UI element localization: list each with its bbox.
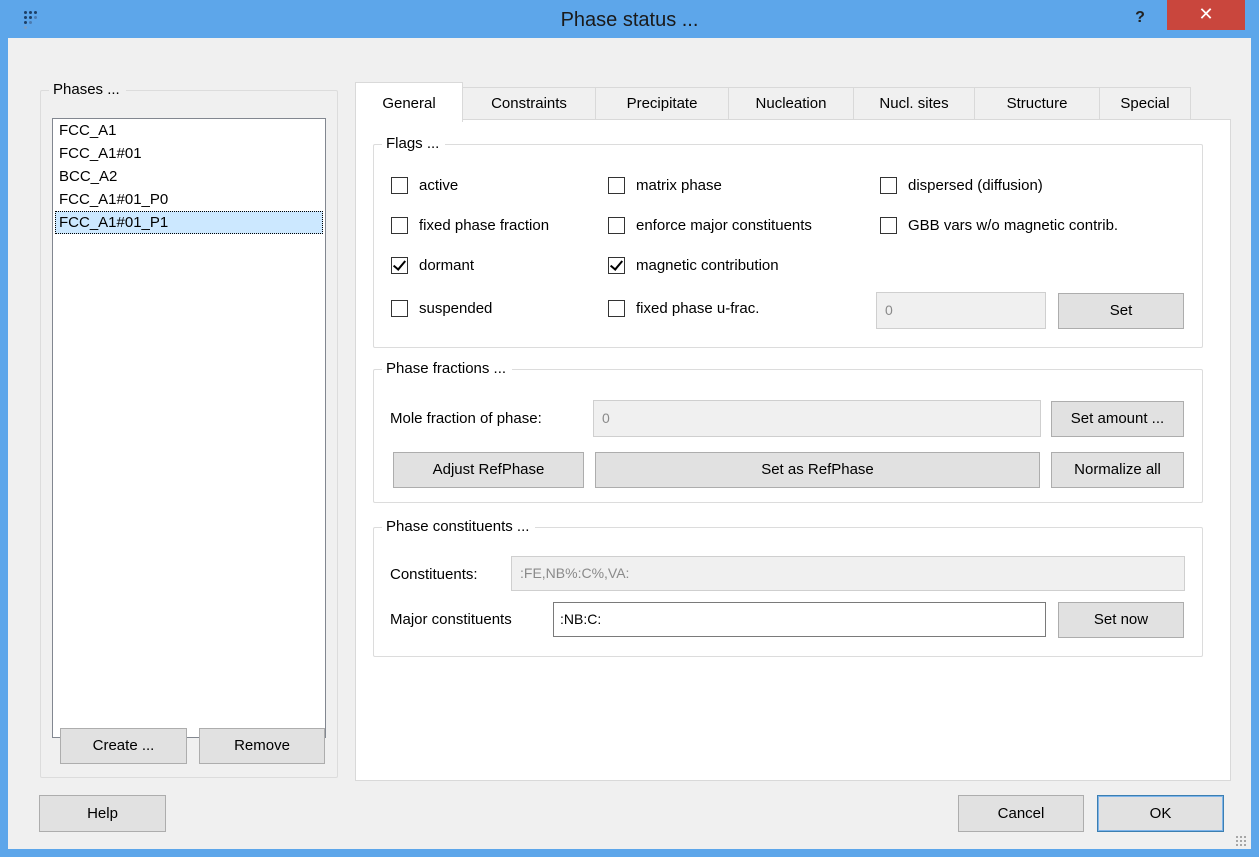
phase-fractions-group-title: Phase fractions ... [382, 360, 513, 377]
constituents-label: Constituents: [390, 566, 478, 583]
ok-button[interactable]: OK [1097, 795, 1224, 832]
mole-fraction-label: Mole fraction of phase: [390, 410, 542, 427]
phases-group-title: Phases ... [49, 81, 126, 98]
checkbox-box [608, 177, 625, 194]
checkbox-box [608, 300, 625, 317]
phase-list-item[interactable]: FCC_A1#01 [53, 142, 325, 165]
set-as-refphase-button[interactable]: Set as RefPhase [595, 452, 1040, 488]
phase-constituents-group-title: Phase constituents ... [382, 518, 536, 535]
checkbox-box [608, 217, 625, 234]
phase-list-item[interactable]: FCC_A1#01_P0 [53, 188, 325, 211]
checkbox-check-icon [391, 257, 408, 274]
set-u-frac-button[interactable]: Set [1058, 293, 1184, 329]
set-amount-button[interactable]: Set amount ... [1051, 401, 1184, 437]
checkbox-box [880, 217, 897, 234]
phase-list-item[interactable]: FCC_A1#01_P1 [55, 211, 323, 234]
mole-fraction-field[interactable]: 0 [593, 400, 1041, 437]
suspended-label: suspended [419, 300, 493, 317]
fixed-phase-fraction-label: fixed phase fraction [419, 217, 550, 234]
dormant-label: dormant [419, 257, 475, 274]
create-phase-button[interactable]: Create ... [60, 728, 187, 764]
tab-general[interactable]: General [355, 82, 463, 122]
remove-phase-button[interactable]: Remove [199, 728, 325, 764]
constituents-field: :FE,NB%:C%,VA: [511, 556, 1185, 591]
cancel-button[interactable]: Cancel [958, 795, 1084, 832]
checkbox-box [391, 300, 408, 317]
tab-constraints[interactable]: Constraints [462, 87, 596, 120]
close-icon: ✕ [1198, 4, 1214, 24]
adjust-refphase-button[interactable]: Adjust RefPhase [393, 452, 584, 488]
tab-nucleation[interactable]: Nucleation [728, 87, 854, 120]
help-icon[interactable]: ? [1125, 5, 1155, 31]
checkbox-box [391, 217, 408, 234]
phase-list-item[interactable]: BCC_A2 [53, 165, 325, 188]
phases-list[interactable]: FCC_A1 FCC_A1#01 BCC_A2 FCC_A1#01_P0 FCC_A1#… [52, 118, 326, 738]
title-bar[interactable]: Phase status ... ? ✕ [0, 0, 1259, 38]
resize-grip-icon[interactable] [1235, 835, 1247, 847]
enforce-major-label: enforce major constituents [636, 217, 812, 234]
magnetic-contribution-label: magnetic contribution [636, 257, 779, 274]
phase-list-item[interactable]: FCC_A1 [53, 119, 325, 142]
tab-structure[interactable]: Structure [974, 87, 1100, 120]
checkbox-check-icon [608, 257, 625, 274]
u-frac-field[interactable]: 0 [876, 292, 1046, 329]
fixed-u-frac-label: fixed phase u-frac. [636, 300, 760, 317]
major-constituents-label: Major constituents [390, 611, 512, 628]
gbb-vars-label: GBB vars w/o magnetic contrib. [908, 217, 1119, 234]
tab-nucl-sites[interactable]: Nucl. sites [853, 87, 975, 120]
checkbox-box [880, 177, 897, 194]
phase-status-window: Phase status ... ? ✕ Phases ... FCC_A1 FC… [0, 0, 1259, 857]
close-button[interactable]: ✕ [1167, 0, 1245, 30]
dispersed-label: dispersed (diffusion) [908, 177, 1043, 194]
help-button[interactable]: Help [39, 795, 166, 832]
normalize-all-button[interactable]: Normalize all [1051, 452, 1184, 488]
checkbox-box [391, 177, 408, 194]
window-title: Phase status ... [560, 9, 699, 31]
tab-precipitate[interactable]: Precipitate [595, 87, 729, 120]
set-now-button[interactable]: Set now [1058, 602, 1184, 638]
matrix-phase-label: matrix phase [636, 177, 722, 194]
flags-group-title: Flags ... [382, 135, 446, 152]
active-label: active [419, 177, 459, 194]
major-constituents-input[interactable]: :NB:C: [553, 602, 1046, 637]
tab-special[interactable]: Special [1099, 87, 1191, 120]
